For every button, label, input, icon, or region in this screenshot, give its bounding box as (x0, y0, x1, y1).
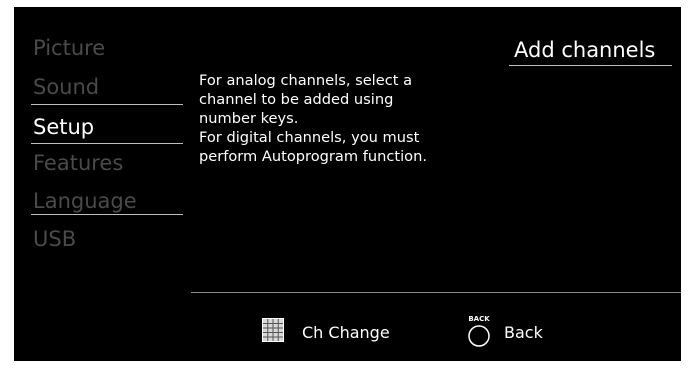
panel-title: Add channels (514, 38, 656, 62)
description-line: number keys. (199, 110, 299, 127)
back-button-icon: BACK (468, 315, 490, 347)
ch-change-label: Ch Change (302, 323, 390, 342)
menu-item-features[interactable]: Features (33, 151, 123, 175)
menu-divider-bottom (31, 143, 183, 144)
menu-item-usb[interactable]: USB (33, 227, 76, 251)
title-underline (509, 65, 672, 66)
back-icon-text: BACK (468, 315, 490, 323)
menu-item-language[interactable]: Language (33, 189, 137, 213)
description-line: perform Autoprogram function. (199, 148, 427, 165)
menu-item-setup[interactable]: Setup (33, 115, 94, 139)
description-line: For analog channels, select a (199, 72, 413, 89)
hint-bar-divider (191, 292, 681, 293)
menu-divider-top (31, 104, 183, 105)
grid-keypad-icon (262, 318, 284, 342)
menu-item-sound[interactable]: Sound (33, 75, 99, 99)
description-text: For analog channels, select a channel to… (199, 71, 479, 166)
description-line: channel to be added using (199, 91, 394, 108)
back-label: Back (504, 323, 543, 342)
menu-divider-language (31, 214, 183, 215)
menu-item-picture[interactable]: Picture (33, 36, 105, 60)
tv-menu-screen: Picture Sound Setup Features Language US… (14, 7, 681, 361)
description-line: For digital channels, you must (199, 129, 420, 146)
